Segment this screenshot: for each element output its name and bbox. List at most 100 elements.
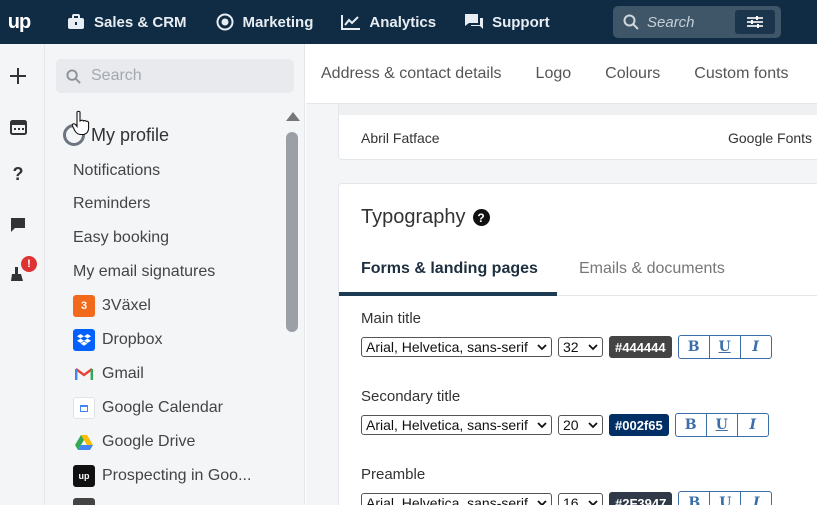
- sidebar-item-label: Notifications: [73, 162, 161, 179]
- subtab-forms-landing[interactable]: Forms & landing pages: [361, 260, 538, 278]
- icon-rail: ? !: [0, 44, 45, 505]
- top-navigation: up Sales & CRM Marketing Analytics Suppo…: [0, 0, 817, 44]
- italic-button[interactable]: I: [736, 413, 769, 437]
- upsales-icon: up: [73, 465, 95, 487]
- sidebar-item-label: My email signatures: [73, 263, 216, 280]
- font-family-select[interactable]: Arial, Helvetica, sans-serif: [361, 337, 552, 357]
- sidebar-item-prospecting[interactable]: up Prospecting in Goo...: [73, 465, 251, 487]
- typography-row-label: Secondary title: [361, 388, 461, 405]
- sidebar-search[interactable]: Search: [56, 59, 294, 93]
- global-search[interactable]: Search: [613, 6, 781, 38]
- chevron-down-icon: [588, 422, 598, 429]
- select-value: Arial, Helvetica, sans-serif: [366, 339, 528, 355]
- tab-colours[interactable]: Colours: [605, 65, 660, 83]
- tab-address-contact[interactable]: Address & contact details: [321, 65, 502, 83]
- settings-tabs: Address & contact details Logo Colours C…: [306, 44, 817, 104]
- color-picker[interactable]: #002f65: [609, 414, 669, 436]
- font-family-select[interactable]: Arial, Helvetica, sans-serif: [361, 415, 552, 435]
- sidebar-scrollbar[interactable]: [285, 110, 300, 505]
- typography-row-label: Preamble: [361, 466, 426, 483]
- font-family-select[interactable]: Arial, Helvetica, sans-serif: [361, 493, 552, 505]
- custom-font-name: Abril Fatface: [361, 130, 440, 146]
- chevron-down-icon: [536, 419, 548, 431]
- global-search-input[interactable]: Search: [647, 14, 695, 31]
- calendar-icon[interactable]: [8, 116, 28, 136]
- typography-subtabs: Forms & landing pages Emails & documents: [339, 252, 817, 296]
- message-icon[interactable]: [8, 215, 28, 235]
- scrollbar-thumb[interactable]: [286, 132, 298, 332]
- sidebar-item-label: Prospecting in Goo...: [102, 467, 252, 484]
- sidebar-item-3vaxel[interactable]: 3 3Växel: [73, 295, 151, 317]
- sidebar-item-gmail[interactable]: Gmail: [73, 363, 144, 385]
- tab-logo[interactable]: Logo: [536, 65, 572, 83]
- nav-sales-crm[interactable]: Sales & CRM: [66, 0, 187, 44]
- nav-label: Support: [492, 13, 550, 31]
- plus-icon[interactable]: [8, 66, 28, 86]
- font-size-select[interactable]: 16: [558, 493, 603, 505]
- sidebar-item-easy-booking[interactable]: Easy booking: [73, 229, 169, 247]
- scroll-up-arrow-icon[interactable]: [286, 112, 300, 121]
- italic-button[interactable]: I: [740, 491, 773, 505]
- nav-marketing[interactable]: Marketing: [215, 0, 314, 44]
- italic-button[interactable]: I: [739, 335, 772, 359]
- underline-button[interactable]: U: [705, 413, 738, 437]
- chevron-down-icon: [536, 341, 548, 353]
- font-size-select[interactable]: 20: [558, 415, 603, 435]
- select-value: 32: [563, 339, 579, 355]
- sidebar-item-label: Gmail: [102, 365, 144, 382]
- sidebar-search-input[interactable]: Search: [91, 67, 142, 85]
- sidebar-item-google-drive[interactable]: Google Drive: [73, 431, 195, 453]
- search-filter-button[interactable]: [735, 10, 775, 34]
- sidebar-item-reminders[interactable]: Reminders: [73, 195, 150, 213]
- search-icon: [623, 14, 639, 30]
- alert-badge: !: [21, 256, 37, 272]
- sidebar-item-label: Easy booking: [73, 229, 170, 246]
- custom-font-source: Google Fonts: [728, 130, 813, 146]
- format-buttons: B U I: [678, 491, 773, 505]
- bold-button[interactable]: B: [678, 491, 711, 505]
- sidebar-heading-label: My profile: [91, 124, 170, 145]
- sidebar-item-email-signatures[interactable]: My email signatures: [73, 263, 215, 281]
- underline-button[interactable]: U: [708, 335, 741, 359]
- sidebar-item-dropbox[interactable]: Dropbox: [73, 329, 162, 351]
- tab-custom-fonts[interactable]: Custom fonts: [694, 65, 788, 83]
- typography-row-secondary-title: Arial, Helvetica, sans-serif 20 #002f65 …: [361, 413, 769, 437]
- color-picker[interactable]: #2F3947: [609, 492, 673, 505]
- sidebar-item-label: Google Drive: [102, 433, 196, 450]
- sliders-icon: [747, 16, 763, 28]
- app-logo[interactable]: up: [0, 0, 38, 44]
- color-picker[interactable]: #444444: [609, 336, 672, 358]
- custom-fonts-card: Abril Fatface Google Fonts: [338, 104, 817, 160]
- select-value: 20: [563, 417, 579, 433]
- format-buttons: B U I: [674, 413, 769, 437]
- typography-row-label: Main title: [361, 310, 422, 327]
- sidebar-item-label: Reminders: [73, 195, 151, 212]
- sidebar-item-label: Google Calendar: [102, 399, 223, 416]
- nav-analytics[interactable]: Analytics: [341, 0, 436, 44]
- help-icon[interactable]: ?: [8, 164, 28, 184]
- typography-row-main-title: Arial, Helvetica, sans-serif 32 #444444 …: [361, 335, 772, 359]
- sidebar-item-google-calendar[interactable]: Google Calendar: [73, 397, 223, 419]
- nav-support[interactable]: Support: [464, 0, 550, 44]
- color-value: #2F3947: [615, 495, 667, 505]
- format-buttons: B U I: [677, 335, 772, 359]
- help-icon[interactable]: ?: [472, 209, 490, 226]
- hand-cursor-icon: [71, 110, 90, 136]
- gmail-icon: [73, 363, 95, 385]
- sidebar-item-label: Dropbox: [102, 331, 163, 348]
- select-value: 16: [563, 495, 579, 505]
- dropbox-icon: [73, 329, 95, 351]
- color-value: #002f65: [615, 417, 663, 433]
- bold-button[interactable]: B: [677, 335, 710, 359]
- sidebar-item-partial[interactable]: [73, 498, 102, 505]
- 3vaxel-icon: 3: [73, 295, 95, 317]
- font-size-select[interactable]: 32: [558, 337, 603, 357]
- bold-button[interactable]: B: [674, 413, 707, 437]
- nav-label: Marketing: [242, 13, 314, 31]
- table-header-strip: [339, 104, 817, 115]
- sidebar-item-notifications[interactable]: Notifications: [73, 162, 160, 180]
- underline-button[interactable]: U: [709, 491, 742, 505]
- google-drive-icon: [73, 431, 95, 453]
- chevron-down-icon: [536, 497, 548, 505]
- subtab-emails-documents[interactable]: Emails & documents: [579, 260, 725, 278]
